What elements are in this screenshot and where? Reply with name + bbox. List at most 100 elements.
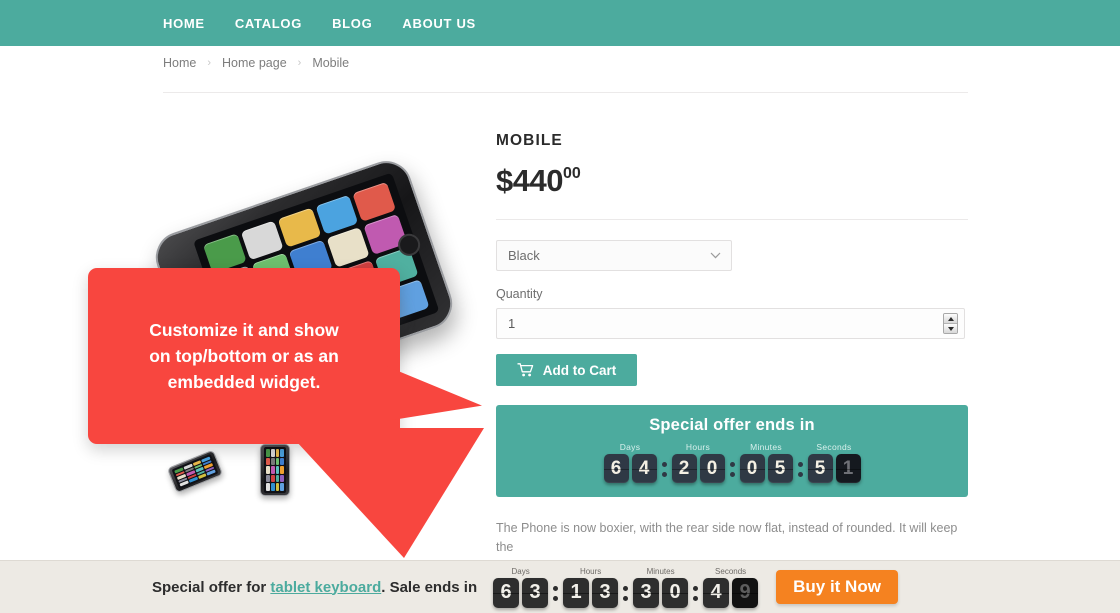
quantity-stepper[interactable] xyxy=(943,313,958,334)
countdown-digits: 64 xyxy=(603,454,657,483)
callout-box: Customize it and show on top/bottom or a… xyxy=(88,268,400,444)
countdown-digits: 49 xyxy=(703,577,759,608)
app-icon xyxy=(275,449,280,457)
countdown-title: Special offer ends in xyxy=(649,416,815,434)
app-icon xyxy=(270,474,275,483)
nav-item-blog[interactable]: BLOG xyxy=(332,16,372,31)
quantity-label: Quantity xyxy=(496,287,543,301)
countdown-colon xyxy=(553,585,559,601)
quantity-value: 1 xyxy=(508,316,516,331)
promo-product-link[interactable]: tablet keyboard xyxy=(270,579,381,596)
countdown-digit: 9 xyxy=(732,577,759,608)
promo-countdown-clock: Days 6 3 Hours 1 3 Minutes 3 0 Seconds 4 9 xyxy=(493,566,759,608)
main-navigation: HOME CATALOG BLOG ABOUT US xyxy=(0,0,1120,46)
variant-select-value: Black xyxy=(508,248,540,263)
nav-item-home[interactable]: HOME xyxy=(163,16,205,31)
countdown-digits: 63 xyxy=(493,577,549,608)
countdown-unit-label: Seconds xyxy=(715,566,747,576)
app-icon xyxy=(275,483,280,491)
nav-item-about-us[interactable]: ABOUT US xyxy=(402,16,476,31)
quantity-increment[interactable] xyxy=(944,314,957,323)
countdown-unit-label: Hours xyxy=(579,566,602,576)
app-icon xyxy=(266,466,270,474)
product-thumbnail[interactable] xyxy=(260,444,290,496)
countdown-digits: 05 xyxy=(739,454,793,483)
app-icon xyxy=(326,227,370,268)
product-page: HOME CATALOG BLOG ABOUT US Home › Home page › M… xyxy=(0,0,1120,613)
countdown-colon xyxy=(693,585,699,601)
customize-callout: Customize it and show on top/bottom or a… xyxy=(88,268,484,558)
nav-item-catalog[interactable]: CATALOG xyxy=(235,16,302,31)
add-to-cart-label: Add to Cart xyxy=(542,362,617,378)
countdown-digits: 13 xyxy=(563,577,619,608)
page-title: MOBILE xyxy=(496,132,563,149)
app-icon xyxy=(266,457,270,466)
quantity-input[interactable]: 1 xyxy=(496,308,965,339)
app-icon xyxy=(270,483,275,491)
countdown-colon xyxy=(623,585,629,601)
countdown-digit: 0 xyxy=(739,454,765,483)
countdown-unit-seconds: Seconds 5 1 xyxy=(807,442,861,483)
app-icon xyxy=(270,449,275,457)
countdown-colon xyxy=(661,462,667,477)
product-thumbnail[interactable] xyxy=(166,449,224,494)
chevron-down-icon xyxy=(710,252,721,259)
countdown-digits: 20 xyxy=(671,454,725,483)
callout-text: Customize it and show on top/bottom or a… xyxy=(149,319,339,393)
app-icon xyxy=(266,483,270,491)
quantity-decrement[interactable] xyxy=(944,323,957,333)
countdown-unit-label: Hours xyxy=(685,442,711,452)
countdown-widget: Special offer ends in Days 6 4 Hours 2 0 Minut… xyxy=(496,405,968,497)
app-icon xyxy=(280,449,284,457)
countdown-digit: 5 xyxy=(767,454,793,483)
countdown-digit: 4 xyxy=(703,577,730,608)
countdown-unit-minutes: Minutes 0 5 xyxy=(739,442,793,483)
app-icon xyxy=(280,483,284,491)
countdown-unit-label: Minutes xyxy=(646,566,675,576)
countdown-colon xyxy=(729,462,735,477)
countdown-colon xyxy=(797,462,803,477)
countdown-digit: 3 xyxy=(522,577,549,608)
app-icon xyxy=(275,466,280,474)
buy-it-now-button[interactable]: Buy it Now xyxy=(776,570,898,604)
breadcrumb-separator: › xyxy=(207,57,212,69)
divider xyxy=(496,219,968,220)
thumb-screen xyxy=(171,453,219,490)
countdown-digit: 4 xyxy=(631,454,657,483)
app-icon xyxy=(275,457,280,466)
countdown-digit: 2 xyxy=(671,454,697,483)
countdown-unit-hours: Hours 1 3 xyxy=(563,566,619,608)
app-icon xyxy=(266,449,270,457)
app-icon xyxy=(266,474,270,483)
breadcrumb-item-mobile: Mobile xyxy=(312,56,350,70)
countdown-digits: 51 xyxy=(807,454,861,483)
countdown-clock: Days 6 4 Hours 2 0 Minutes 0 5 Seconds 5 1 xyxy=(603,442,861,483)
promo-text-before: Special offer for xyxy=(152,578,271,596)
thumb-screen xyxy=(264,447,286,493)
countdown-unit-label: Minutes xyxy=(750,442,782,452)
countdown-digits: 30 xyxy=(633,577,689,608)
breadcrumb-item-home-page[interactable]: Home page xyxy=(222,56,287,70)
countdown-unit-label: Seconds xyxy=(816,442,852,452)
app-icon xyxy=(270,457,275,466)
countdown-unit-days: Days 6 4 xyxy=(603,442,657,483)
countdown-unit-minutes: Minutes 3 0 xyxy=(633,566,689,608)
countdown-unit-seconds: Seconds 4 9 xyxy=(703,566,759,608)
promo-bottom-bar: Special offer for tablet keyboard. Sale … xyxy=(0,560,1120,613)
app-icon xyxy=(280,474,284,483)
variant-select[interactable]: Black xyxy=(496,240,732,271)
price-amount: $440 xyxy=(496,163,563,198)
countdown-unit-days: Days 6 3 xyxy=(493,566,549,608)
breadcrumb-item-home[interactable]: Home xyxy=(163,56,196,70)
app-icon xyxy=(270,466,275,474)
countdown-digit: 1 xyxy=(563,577,590,608)
add-to-cart-button[interactable]: Add to Cart xyxy=(496,354,637,386)
countdown-digit: 6 xyxy=(493,577,520,608)
countdown-unit-label: Days xyxy=(619,442,641,452)
countdown-digit: 5 xyxy=(807,454,833,483)
promo-text-after: . Sale ends in xyxy=(381,578,478,596)
product-price: $44000 xyxy=(496,163,968,199)
countdown-unit-label: Days xyxy=(511,566,530,576)
product-details: MOBILE $44000 Black Quantity 1 Add to Ca… xyxy=(496,132,968,557)
app-icon xyxy=(275,474,280,483)
